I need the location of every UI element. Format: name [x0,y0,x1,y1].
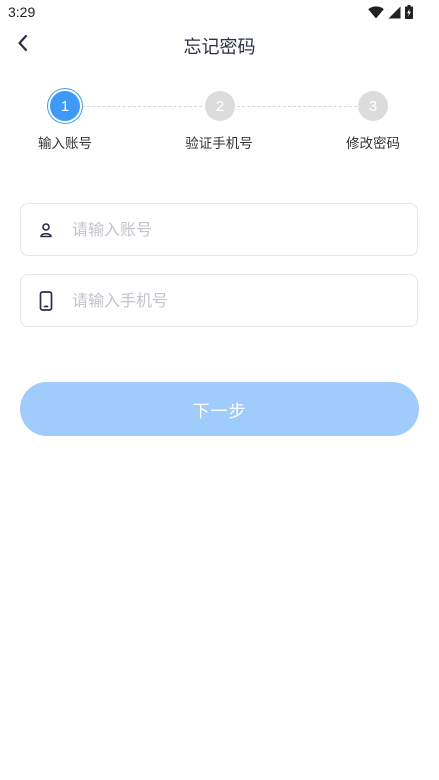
stepper: 1 2 3 输入账号 验证手机号 修改密码 [0,88,439,158]
user-icon [36,220,56,240]
signal-icon [388,6,401,19]
account-input[interactable] [72,204,402,255]
phone-icon [36,290,56,311]
step-1-label: 输入账号 [38,136,92,152]
wifi-icon [368,5,384,19]
account-field[interactable] [20,203,418,256]
step-connector [237,106,357,107]
status-icons [368,5,413,19]
step-2-indicator: 2 [205,91,235,121]
step-2-label: 验证手机号 [185,136,253,152]
page-title: 忘记密码 [183,37,256,58]
step-connector [82,106,202,107]
header: 忘记密码 [0,24,439,66]
step-1-indicator: 1 [50,91,80,121]
battery-charging-icon [405,5,413,19]
phone-input[interactable] [72,275,402,326]
step-3-indicator: 3 [358,91,388,121]
phone-field[interactable] [20,274,418,327]
step-3-label: 修改密码 [346,136,400,152]
status-time: 3:29 [8,4,36,20]
status-bar: 3:29 [0,0,439,24]
next-step-button[interactable]: 下一步 [20,382,419,436]
